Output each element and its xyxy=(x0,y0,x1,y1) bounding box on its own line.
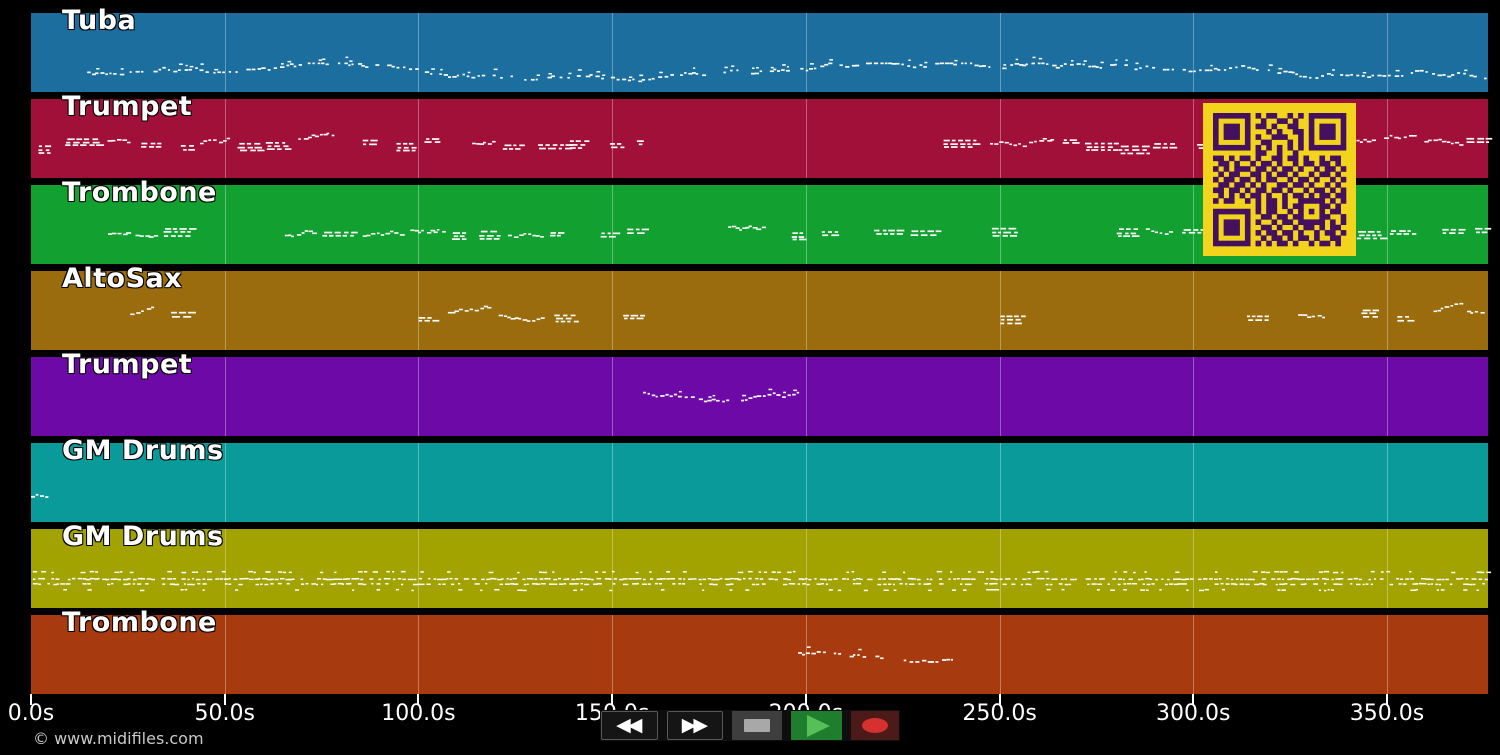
rewind-button[interactable]: ◀◀ xyxy=(601,711,658,740)
play-icon xyxy=(807,714,831,737)
stop-icon xyxy=(743,719,770,732)
transport-controls: ◀◀ ▶▶ xyxy=(600,710,900,741)
rewind-icon: ◀◀ xyxy=(616,714,642,736)
record-icon xyxy=(862,718,889,733)
fast-forward-icon: ▶▶ xyxy=(681,714,708,736)
stop-button[interactable] xyxy=(732,711,782,740)
fast-forward-button[interactable]: ▶▶ xyxy=(666,711,724,740)
qr-code-overlay xyxy=(1203,103,1356,256)
play-button[interactable] xyxy=(790,711,843,740)
midi-player-app: Tuba Trumpet Trombone AltoSax Trumpet GM Drum… xyxy=(0,0,1500,755)
record-button[interactable] xyxy=(851,711,899,740)
